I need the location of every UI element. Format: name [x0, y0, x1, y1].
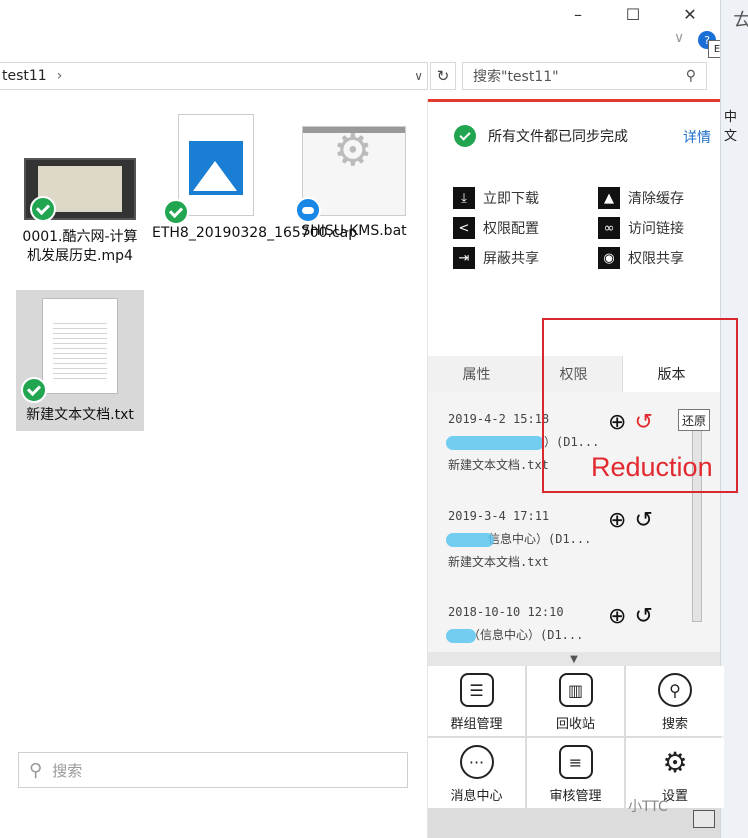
sync-ok-icon: [454, 125, 476, 147]
gear-file-icon: ⚙: [295, 126, 406, 223]
link-icon: ∞: [598, 217, 620, 239]
function-grid: ☰ 群组管理 ▥ 回收站 ⚲ 搜索 ··· 消息中心 ≡ 审核管理 ⚙ 设置: [428, 666, 724, 838]
sync-status-text: 所有文件都已同步完成: [488, 129, 628, 145]
redaction-mark: [446, 436, 544, 450]
address-path: test11: [2, 68, 47, 84]
file-name: 新建文本文档.txt: [26, 407, 134, 423]
trash-icon: ▥: [558, 673, 593, 707]
file-item-video[interactable]: 0001.酷六网-计算机发展历史.mp4: [16, 158, 144, 266]
collapse-arrow-icon[interactable]: ▼: [428, 652, 720, 666]
action-label: 权限共享: [628, 251, 684, 267]
action-label: 立即下载: [483, 191, 539, 207]
detail-link[interactable]: 详情: [683, 127, 711, 147]
text-file-icon: [21, 298, 118, 403]
address-bar[interactable]: test11 › ∨: [0, 62, 428, 90]
download-icon: ⤓: [453, 187, 475, 209]
background-window-text: 中文: [724, 110, 738, 144]
version-actions: ⊕ ↺: [608, 604, 653, 629]
share-icon: <: [453, 217, 475, 239]
watermark: 小TTC: [628, 799, 668, 815]
access-link-button[interactable]: ∞ 访问链接: [598, 217, 684, 239]
permission-share-button[interactable]: ◉ 权限共享: [598, 247, 684, 269]
file-item-bat[interactable]: ⚙ SHISU-KMS.bat: [290, 126, 418, 241]
audit-management-button[interactable]: ≡ 审核管理: [527, 738, 624, 808]
action-label: 权限配置: [483, 221, 539, 237]
cloud-status-icon: [295, 197, 321, 223]
block-share-icon: ⇥: [453, 247, 475, 269]
bottom-search-placeholder: 搜索: [52, 761, 83, 780]
synced-check-icon: [30, 196, 56, 222]
group-management-button[interactable]: ☰ 群组管理: [428, 666, 525, 736]
file-name: 0001.酷六网-计算机发展历史.mp4: [22, 229, 138, 264]
restore-tooltip: 还原: [678, 409, 710, 431]
message-icon: ···: [459, 745, 494, 779]
search-placeholder: 搜索"test11": [473, 69, 559, 85]
image-file-icon: [163, 114, 254, 225]
action-label: 访问链接: [628, 221, 684, 237]
download-button[interactable]: ⤓ 立即下载: [453, 187, 539, 209]
file-item-cap[interactable]: ETH8_20190328_165700.cap: [152, 114, 358, 243]
eye-icon: ◉: [598, 247, 620, 269]
zoom-in-icon[interactable]: ⊕: [608, 604, 626, 629]
background-char: ㄊ: [733, 10, 748, 31]
grid-label: 消息中心: [450, 789, 503, 804]
sync-status: 所有文件都已同步完成: [454, 125, 628, 147]
restore-icon[interactable]: ↺: [634, 508, 652, 533]
clear-cache-button[interactable]: ▲ 清除缓存: [598, 187, 684, 209]
search-icon: ⚲: [658, 673, 692, 707]
synced-check-icon: [163, 199, 189, 225]
grid-label: 群组管理: [450, 717, 503, 732]
zoom-in-icon[interactable]: ⊕: [608, 508, 626, 533]
search-button[interactable]: ⚲ 搜索: [626, 666, 724, 736]
group-icon: ☰: [459, 673, 494, 707]
version-file: 新建文本文档.txt: [448, 555, 549, 569]
permission-config-button[interactable]: < 权限配置: [453, 217, 539, 239]
redaction-mark: [446, 533, 494, 547]
synced-check-icon: [21, 377, 47, 403]
taskbar-icon[interactable]: [693, 810, 715, 828]
breadcrumb-separator: ›: [56, 68, 63, 84]
refresh-button[interactable]: ↻: [430, 62, 456, 90]
tab-properties[interactable]: 属性: [428, 356, 525, 392]
search-icon: ⚲: [29, 759, 43, 781]
redaction-mark: [446, 629, 476, 643]
audit-icon: ≡: [558, 745, 593, 779]
close-button[interactable]: ✕: [667, 0, 713, 28]
bottom-search-input[interactable]: ⚲ 搜索: [18, 752, 408, 788]
minimize-button[interactable]: –: [555, 0, 601, 28]
annotation-text: Reduction: [591, 452, 713, 482]
recycle-bin-button[interactable]: ▥ 回收站: [527, 666, 624, 736]
action-label: 屏蔽共享: [483, 251, 539, 267]
file-item-txt[interactable]: 新建文本文档.txt: [16, 290, 144, 431]
grid-label: 审核管理: [549, 789, 602, 804]
block-share-button[interactable]: ⇥ 屏蔽共享: [453, 247, 539, 269]
video-thumbnail: [24, 158, 136, 222]
chevron-down-icon[interactable]: ∨: [674, 30, 684, 46]
message-center-button[interactable]: ··· 消息中心: [428, 738, 525, 808]
search-icon[interactable]: ⚲: [686, 68, 696, 84]
gear-icon: ⚙: [662, 745, 688, 779]
version-actions: ⊕ ↺: [608, 508, 653, 533]
file-name: ETH8_20190328_165700.cap: [152, 225, 358, 241]
search-input[interactable]: 搜索"test11" ⚲: [462, 62, 707, 90]
eraser-icon: ▲: [598, 187, 620, 209]
file-name: SHISU-KMS.bat: [301, 223, 407, 239]
grid-label: 回收站: [555, 717, 595, 732]
grid-label: 搜索: [661, 717, 688, 732]
restore-icon[interactable]: ↺: [634, 604, 652, 629]
action-label: 清除缓存: [628, 191, 684, 207]
address-dropdown-icon[interactable]: ∨: [414, 69, 423, 83]
maximize-button[interactable]: ☐: [610, 0, 656, 28]
